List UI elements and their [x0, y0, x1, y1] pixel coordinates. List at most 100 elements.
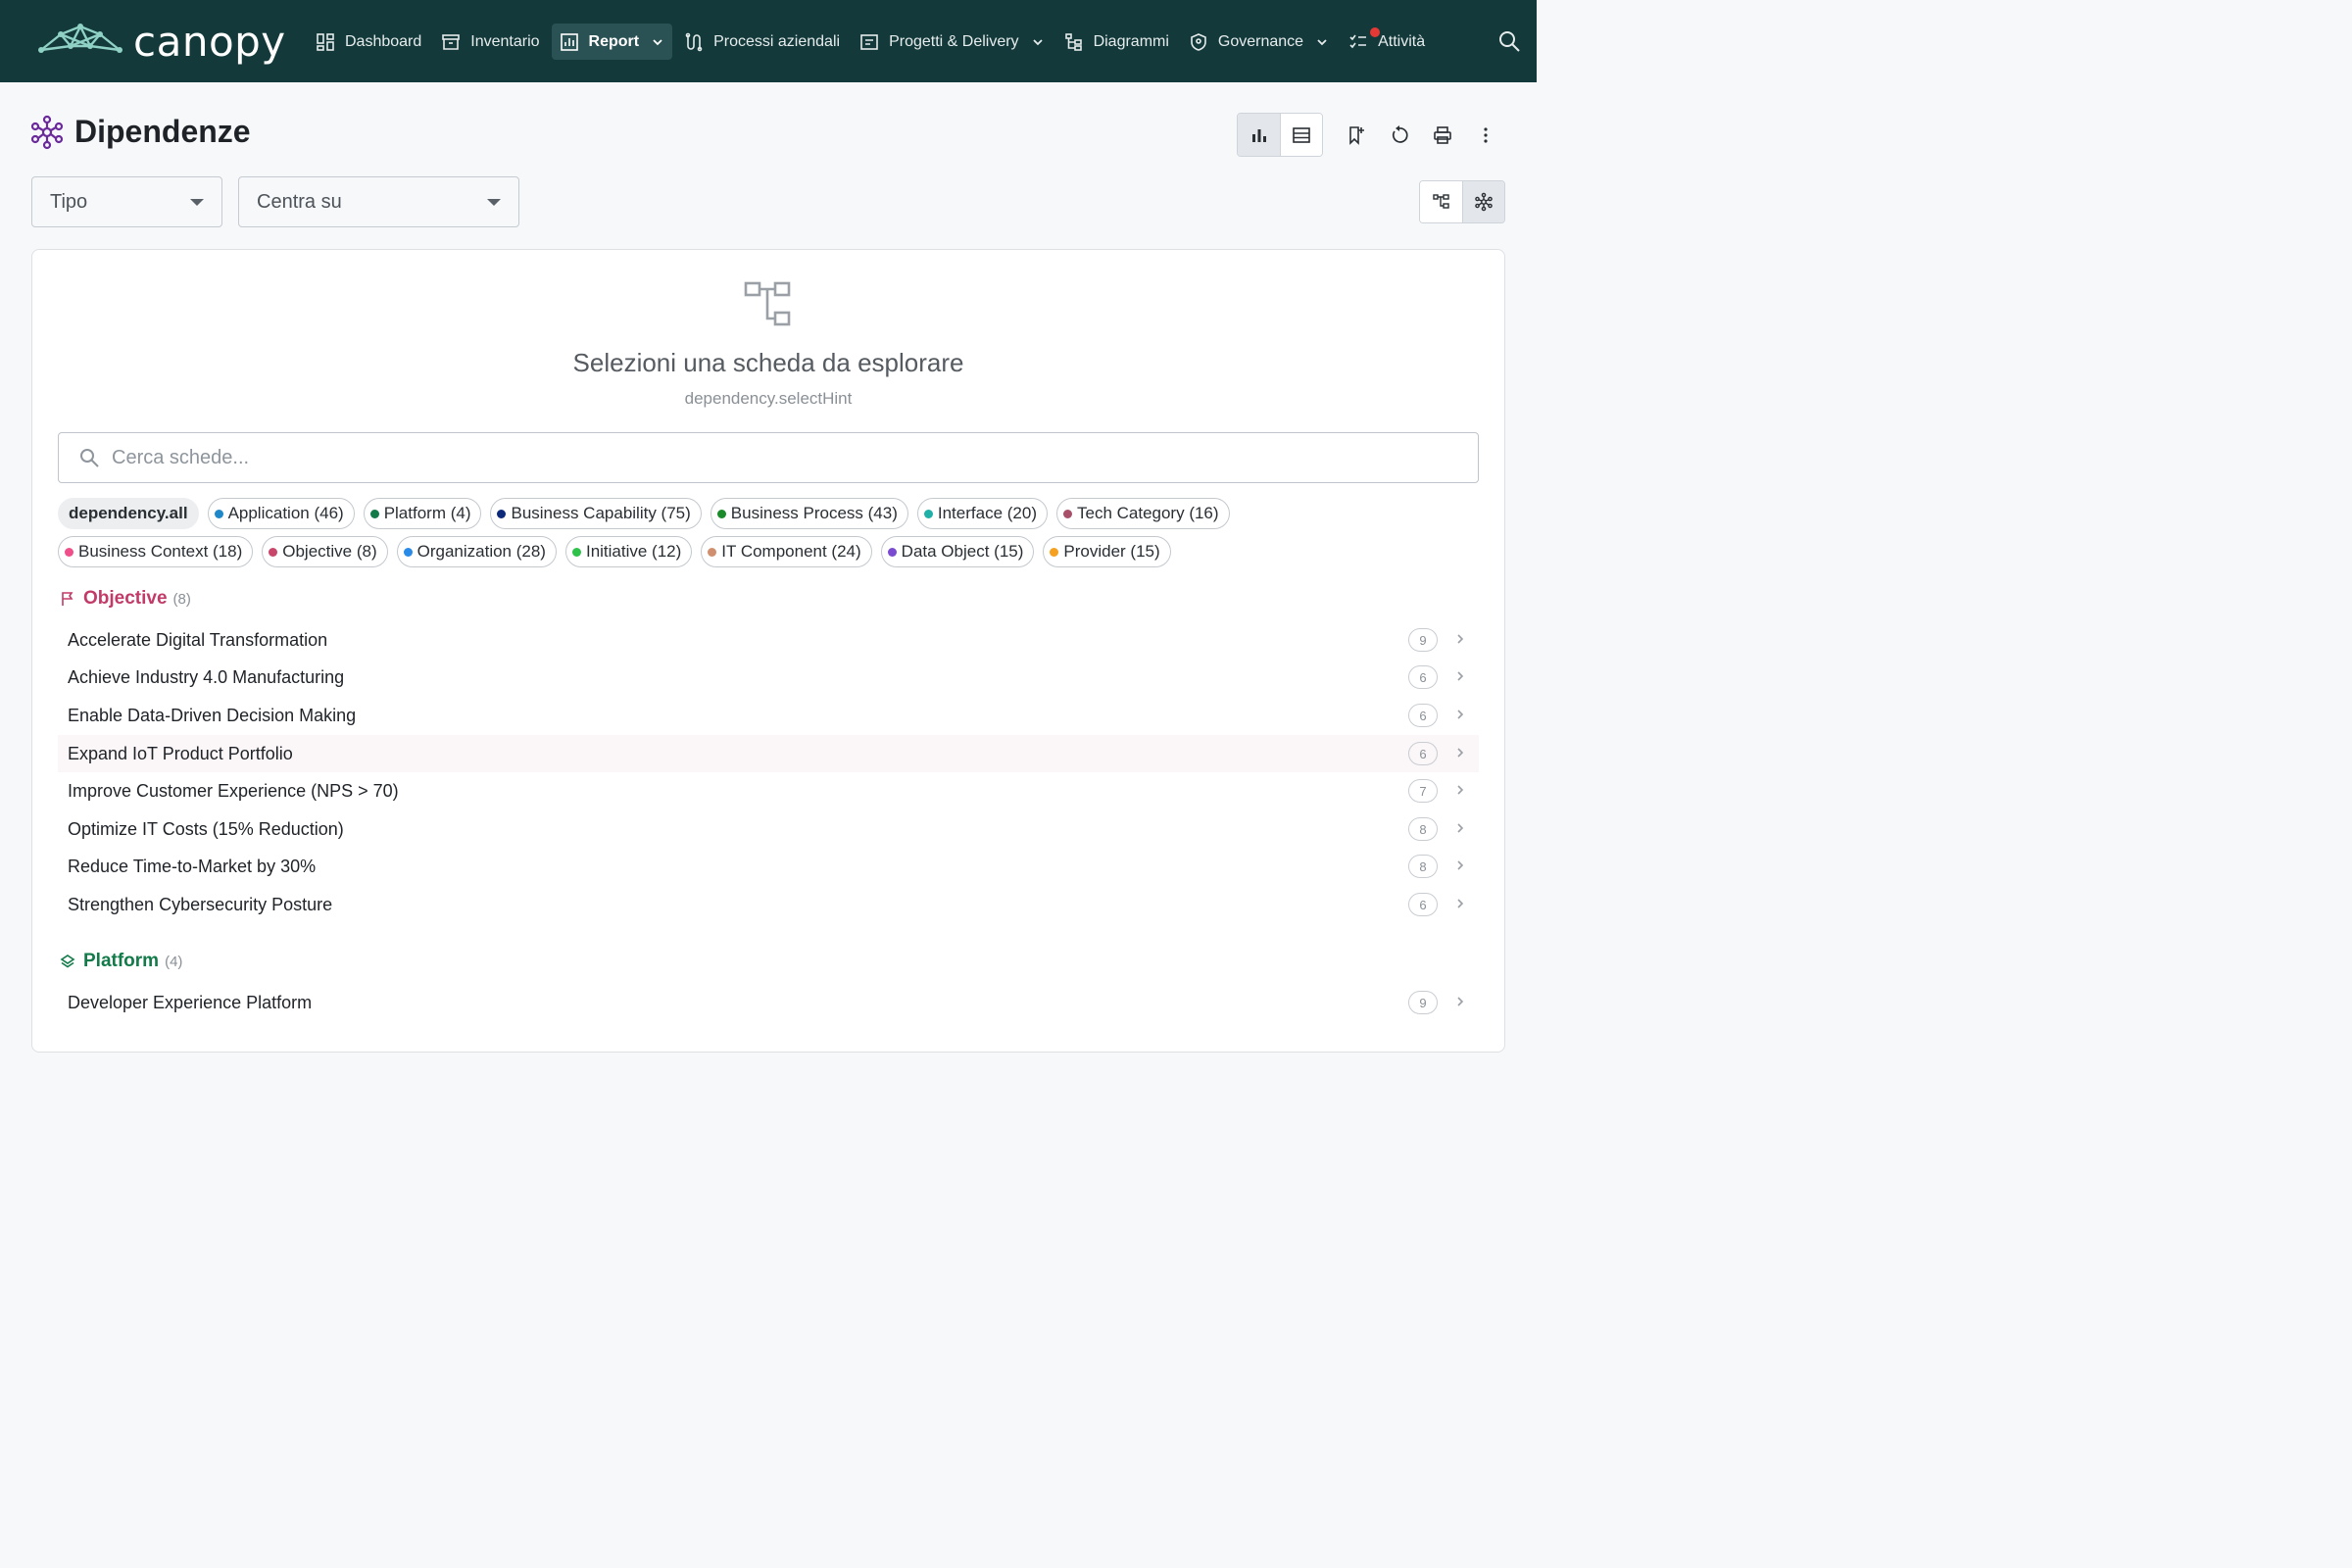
chevron-right-icon [1457, 860, 1464, 870]
shield-icon [1191, 32, 1206, 51]
type-select[interactable]: Tipo [31, 176, 222, 227]
chip-business-capability[interactable]: Business Capability (75) [490, 498, 702, 529]
page-title: Dipendenze [74, 114, 251, 149]
chevron-right-icon [1457, 785, 1464, 795]
chip-business-process[interactable]: Business Process (43) [710, 498, 908, 529]
list-item[interactable]: Optimize IT Costs (15% Reduction) 8 [58, 810, 1479, 848]
center-on-select-label: Centra su [257, 190, 342, 213]
nav-governance[interactable]: Governance [1181, 24, 1337, 60]
type-color-dot [923, 509, 933, 518]
list-item[interactable]: Enable Data-Driven Decision Making 6 [58, 697, 1479, 734]
nav-attivita[interactable]: Attività [1341, 24, 1433, 60]
chip-it-component[interactable]: IT Component (24) [701, 536, 872, 567]
chip-label: Initiative (12) [585, 542, 682, 561]
nav-diagrammi[interactable]: Diagrammi [1056, 24, 1177, 60]
list-item[interactable]: Accelerate Digital Transformation 9 [58, 621, 1479, 659]
flag-icon [62, 592, 74, 606]
chip-label: Interface (20) [937, 504, 1037, 522]
table-view-button[interactable] [1280, 114, 1322, 156]
nav-progetti-delivery[interactable]: Progetti & Delivery [852, 24, 1053, 60]
chevron-right-icon [1457, 634, 1464, 644]
process-flow-icon [685, 32, 703, 51]
group-header-objective: Objective (8) [60, 588, 191, 610]
list-item[interactable]: Achieve Industry 4.0 Manufacturing 6 [58, 659, 1479, 696]
card-search-input[interactable] [112, 446, 1464, 469]
type-color-dot [497, 509, 507, 518]
bar-chart-icon [1251, 128, 1266, 142]
chip-label: Business Context (18) [78, 542, 243, 561]
card-search-field[interactable] [58, 432, 1479, 483]
more-options-button[interactable] [1464, 114, 1507, 157]
nav-report-label: Report [588, 32, 640, 50]
chip-platform[interactable]: Platform (4) [363, 498, 482, 529]
canopy-logo[interactable]: canopy [37, 18, 286, 66]
nav-inventario-label: Inventario [470, 32, 540, 50]
chip-label: Business Capability (75) [511, 504, 691, 522]
bookmark-add-button[interactable] [1335, 114, 1378, 157]
table-icon [1293, 126, 1310, 143]
empty-state-title: Selezioni una scheda da esplorare [572, 348, 964, 377]
nav-report[interactable]: Report [551, 24, 673, 60]
chip-initiative[interactable]: Initiative (12) [564, 536, 693, 567]
more-vertical-icon [1484, 126, 1488, 143]
dependency-count-badge: 6 [1408, 742, 1438, 765]
print-button[interactable] [1421, 114, 1464, 157]
chip-objective[interactable]: Objective (8) [262, 536, 388, 567]
chevron-right-icon [1457, 748, 1464, 758]
list-item-label: Developer Experience Platform [68, 992, 313, 1012]
chip-label: Business Process (43) [730, 504, 898, 522]
main-nav: Dashboard Inventario Report Processi azi… [308, 24, 1437, 60]
list-item[interactable]: Developer Experience Platform 9 [58, 984, 1479, 1021]
dependency-count-badge: 6 [1408, 704, 1438, 727]
chip-interface[interactable]: Interface (20) [916, 498, 1048, 529]
list-item[interactable]: Improve Customer Experience (NPS > 70) 7 [58, 772, 1479, 809]
chip-all[interactable]: dependency.all [58, 498, 199, 529]
dashboard-icon [317, 32, 334, 51]
chevron-right-icon [1457, 899, 1464, 908]
list-item[interactable]: Reduce Time-to-Market by 30% 8 [58, 848, 1479, 885]
checklist-icon [1349, 34, 1367, 48]
report-toolbar [1237, 113, 1507, 157]
empty-state-hint: dependency.selectHint [684, 389, 853, 408]
center-on-select[interactable]: Centra su [238, 176, 519, 227]
chip-label: Platform (4) [383, 504, 471, 522]
list-item[interactable]: Strengthen Cybersecurity Posture 6 [58, 886, 1479, 923]
chevron-down-icon [1317, 38, 1327, 45]
group-header-platform: Platform (4) [60, 951, 182, 972]
group-count: (4) [165, 953, 183, 970]
chip-application[interactable]: Application (46) [207, 498, 355, 529]
chart-view-button[interactable] [1238, 114, 1280, 156]
nav-progetti-label: Progetti & Delivery [889, 32, 1019, 50]
network-layout-icon [1475, 192, 1493, 212]
chip-label: Application (46) [227, 504, 344, 522]
nav-dashboard[interactable]: Dashboard [308, 24, 429, 60]
group-count: (8) [172, 590, 191, 608]
list-item-label: Strengthen Cybersecurity Posture [68, 894, 333, 914]
group-title: Platform [83, 951, 160, 971]
search-icon[interactable] [1497, 29, 1521, 53]
list-item[interactable]: Expand IoT Product Portfolio 6 [58, 735, 1479, 772]
chip-row-1: dependency.all Application (46) Platform… [58, 498, 1489, 529]
type-color-dot [1050, 547, 1059, 557]
chip-tech-category[interactable]: Tech Category (16) [1055, 498, 1230, 529]
chip-business-context[interactable]: Business Context (18) [58, 536, 254, 567]
dependency-network-icon [30, 115, 64, 149]
tasks-icon-wrap [1348, 26, 1381, 52]
chip-provider[interactable]: Provider (15) [1043, 536, 1171, 567]
tree-layout-button[interactable] [1420, 181, 1462, 222]
chevron-right-icon [1457, 710, 1464, 719]
chip-label: Objective (8) [282, 542, 377, 561]
network-layout-button[interactable] [1462, 181, 1504, 222]
chevron-right-icon [1457, 997, 1464, 1006]
chip-organization[interactable]: Organization (28) [396, 536, 557, 567]
type-color-dot [708, 547, 717, 557]
hierarchy-placeholder-icon [744, 281, 791, 326]
reset-button[interactable] [1378, 114, 1421, 157]
chip-data-object[interactable]: Data Object (15) [880, 536, 1035, 567]
logo-text: canopy [133, 18, 286, 66]
layers-icon [60, 955, 75, 968]
nav-processi-aziendali[interactable]: Processi aziendali [676, 24, 848, 60]
chevron-down-icon [1032, 38, 1043, 45]
nav-inventario[interactable]: Inventario [433, 24, 547, 60]
type-color-dot [716, 509, 726, 518]
